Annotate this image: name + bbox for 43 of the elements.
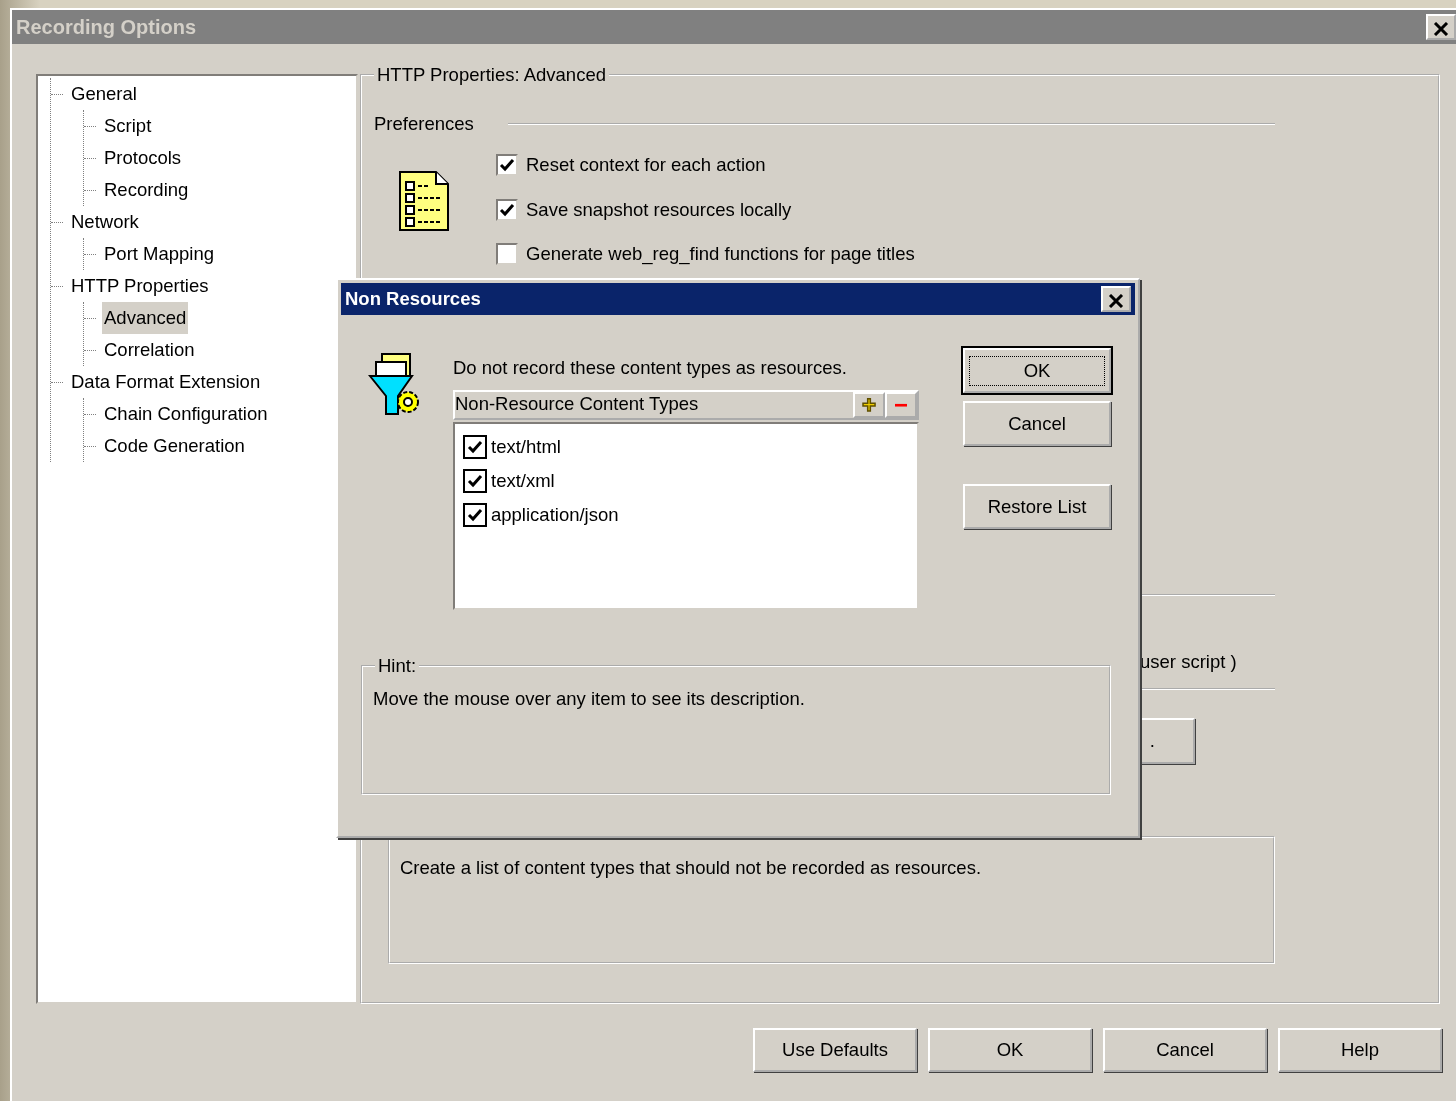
tree-item[interactable]: Script bbox=[102, 110, 154, 142]
close-button[interactable] bbox=[1426, 14, 1456, 40]
tree-item[interactable]: General bbox=[69, 78, 139, 110]
list-item-label[interactable]: application/json bbox=[491, 501, 619, 529]
checkbox[interactable] bbox=[463, 435, 487, 459]
dialog-button[interactable]: Help bbox=[1278, 1028, 1442, 1072]
checkbox[interactable] bbox=[463, 503, 487, 527]
close-icon bbox=[1108, 293, 1124, 308]
dialog-button[interactable]: Cancel bbox=[963, 401, 1111, 446]
check-mark-icon bbox=[466, 438, 484, 456]
list-item-label[interactable]: text/xml bbox=[491, 467, 555, 495]
checkbox[interactable] bbox=[463, 469, 487, 493]
description-text: Create a list of content types that should not be recorded as resources. bbox=[400, 855, 983, 880]
option-label[interactable]: Reset context for each action bbox=[526, 150, 766, 179]
option-label[interactable]: Save snapshot resources locally bbox=[526, 195, 792, 224]
checklist-icon bbox=[398, 169, 450, 232]
dialog-message: Do not record these content types as resources. bbox=[453, 356, 848, 378]
dialog-button[interactable]: OK bbox=[963, 348, 1111, 393]
check-mark-icon bbox=[466, 506, 484, 524]
list-header-title: Non-Resource Content Types bbox=[455, 392, 699, 416]
dialog-button[interactable]: Restore List bbox=[963, 484, 1111, 529]
tree-item[interactable]: Chain Configuration bbox=[102, 398, 270, 430]
hint-text: Move the mouse over any item to see its description. bbox=[373, 687, 806, 711]
tree-item[interactable]: Correlation bbox=[102, 334, 197, 366]
tree-item[interactable]: Advanced bbox=[102, 302, 189, 334]
dialog-button[interactable]: Cancel bbox=[1103, 1028, 1267, 1072]
list-item-label[interactable]: text/html bbox=[491, 433, 561, 461]
option-label[interactable]: Generate web_reg_find functions for page titles bbox=[526, 239, 915, 268]
dialog-button[interactable]: OK bbox=[928, 1028, 1092, 1072]
tree-item[interactable]: Network bbox=[69, 206, 141, 238]
check-mark-icon bbox=[466, 472, 484, 490]
window-title: Recording Options bbox=[16, 15, 196, 40]
close-button[interactable] bbox=[1101, 286, 1131, 312]
section-title: Preferences bbox=[374, 112, 474, 136]
tree-item[interactable]: Recording bbox=[102, 174, 191, 206]
tree-item[interactable]: Protocols bbox=[102, 142, 184, 174]
tree-item[interactable]: HTTP Properties bbox=[69, 270, 211, 302]
tree-item[interactable]: Port Mapping bbox=[102, 238, 217, 270]
close-icon bbox=[1433, 21, 1449, 36]
dialog-title: Non Resources bbox=[345, 287, 481, 312]
dialog-button[interactable]: Use Defaults bbox=[753, 1028, 917, 1072]
tree-item[interactable]: Code Generation bbox=[102, 430, 247, 462]
tree-item[interactable]: Data Format Extension bbox=[69, 366, 263, 398]
